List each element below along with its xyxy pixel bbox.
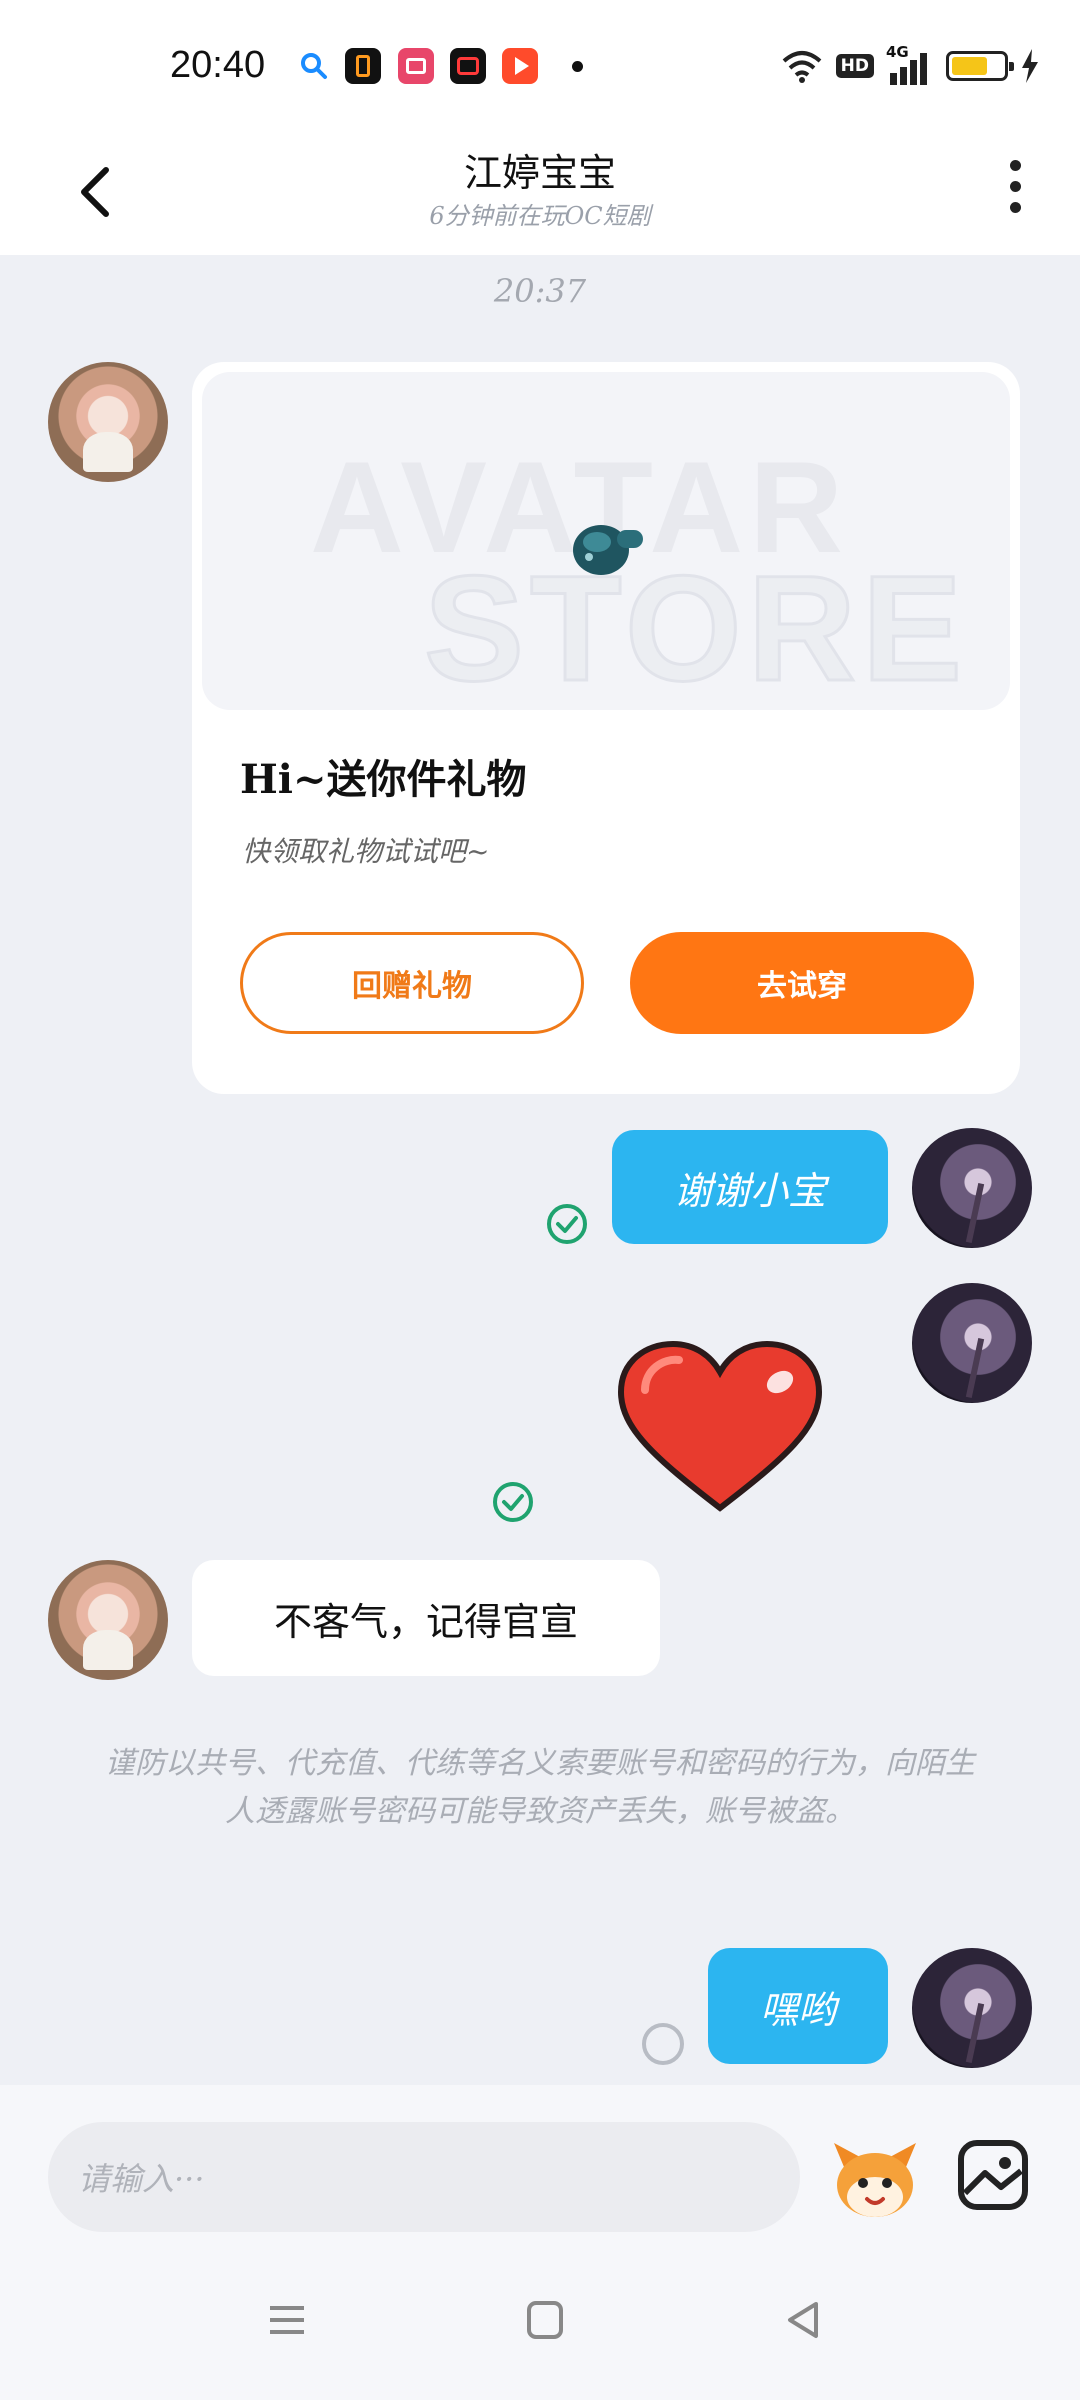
read-check-icon (493, 1482, 533, 1522)
my-avatar[interactable] (912, 1128, 1032, 1248)
return-gift-button[interactable]: 回赠礼物 (240, 932, 584, 1034)
app-icon-black (345, 48, 381, 84)
battery-icon (946, 51, 1014, 81)
menu-nav-icon[interactable] (252, 2290, 322, 2350)
status-bar: 20:40 HD 4G (0, 0, 1080, 130)
signal-icon: 4G (886, 43, 934, 85)
status-time: 20:40 (170, 44, 266, 86)
search-icon (301, 53, 327, 79)
message-input[interactable]: 请输入··· (48, 2122, 800, 2232)
my-avatar[interactable] (912, 1283, 1032, 1403)
my-avatar[interactable] (912, 1948, 1032, 2068)
watermark-text: STORE (422, 543, 969, 711)
security-notice: 谨防以共号、代充值、代练等名义索要账号和密码的行为，向陌生人透露账号密码可能导致… (105, 1746, 975, 1829)
hd-badge: HD (835, 54, 874, 78)
gift-description: 快领取礼物试试吧~ (242, 835, 490, 868)
message-bubble-received[interactable]: 不客气，记得官宣 (192, 1560, 660, 1676)
network-type: 4G (886, 43, 909, 61)
wifi-icon (782, 51, 821, 83)
more-dot-icon (1009, 160, 1021, 171)
gift-banner: AVATAR STORE (202, 372, 1010, 710)
chat-header: 江婷宝宝 6分钟前在玩OC短剧 (0, 130, 1080, 255)
notification-dot (572, 61, 583, 72)
image-picker-icon[interactable] (955, 2137, 1031, 2213)
charging-icon (1022, 49, 1038, 83)
chat-subtitle: 6分钟前在玩OC短剧 (429, 202, 651, 230)
home-nav-icon[interactable] (510, 2290, 580, 2350)
app-icon-pink (398, 48, 434, 84)
more-options-button[interactable] (990, 150, 1040, 230)
try-on-button[interactable]: 去试穿 (630, 932, 974, 1034)
chat-title: 江婷宝宝 (463, 151, 616, 195)
app-icon-play (502, 48, 538, 84)
system-nav-bar (0, 2250, 1080, 2400)
input-bar: 请输入··· (0, 2085, 1080, 2250)
back-nav-icon[interactable] (768, 2290, 838, 2350)
chat-timestamp: 20:37 (493, 272, 587, 310)
contact-avatar[interactable] (48, 1560, 168, 1680)
emoji-button[interactable] (830, 2135, 920, 2225)
message-bubble-sent[interactable]: 谢谢小宝 (612, 1130, 888, 1244)
heart-sticker[interactable] (615, 1340, 825, 1515)
sending-status-icon (642, 2023, 684, 2065)
pacifier-gift-icon (573, 525, 643, 575)
status-indicators: HD 4G (780, 43, 1040, 86)
battery-level (952, 57, 987, 75)
app-icon-red (450, 48, 486, 84)
gift-title: Hi~送你件礼物 (240, 756, 527, 803)
message-bubble-sent[interactable]: 嘿哟 (708, 1948, 888, 2064)
more-dot-icon (1009, 202, 1021, 213)
read-check-icon (547, 1204, 587, 1244)
gift-card: AVATAR STORE Hi~送你件礼物 快领取礼物试试吧~ 回赠礼物 去试穿 (192, 362, 1020, 1094)
more-dot-icon (1009, 181, 1021, 192)
contact-avatar[interactable] (48, 362, 168, 482)
